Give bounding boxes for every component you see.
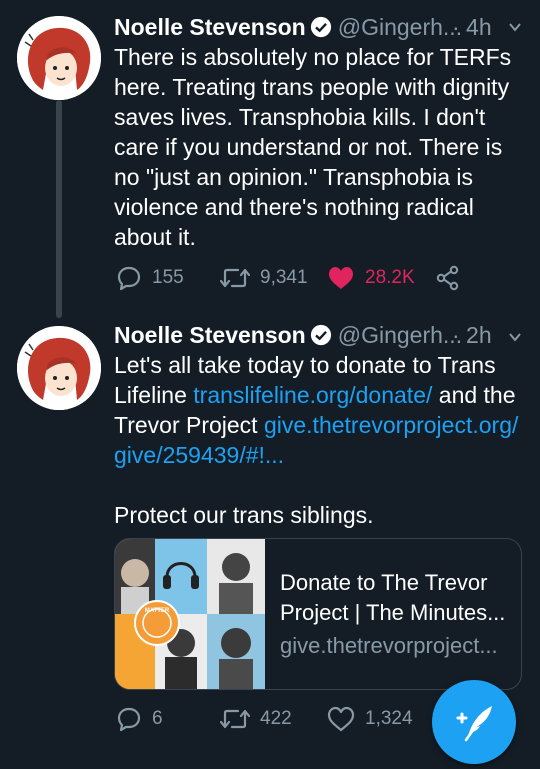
verified-icon [310, 324, 331, 346]
reply-icon [117, 707, 141, 732]
share-icon [436, 265, 459, 291]
tweet-text: Let's all take today to donate to Trans … [114, 350, 524, 530]
retweet-button[interactable]: 9,341 [220, 261, 308, 295]
card-title: Donate to The Trevor Project | The Minut… [280, 568, 515, 628]
reply-button[interactable]: 155 [116, 261, 184, 295]
tweet-text-line: here. Treating trans people with dignity [114, 74, 510, 100]
tweet-text-line: Let's all take today to donate to Trans [114, 352, 496, 378]
tweet-timestamp[interactable]: · 2h [452, 318, 492, 352]
verified-icon [310, 16, 331, 38]
reply-count: 155 [152, 267, 184, 288]
retweet-icon [220, 268, 250, 288]
badge-text: MATTER [145, 608, 170, 614]
tweet-text-line: violence and there's nothing radical [114, 194, 474, 220]
tweet-text-line: saves lives. Transphobia kills. I don't [114, 104, 486, 130]
like-button[interactable]: 1,324 [327, 702, 413, 736]
chevron-down-icon[interactable] [508, 330, 522, 344]
author-name[interactable]: Noelle Stevenson [114, 322, 306, 348]
card-title-line: Project | The Minutes... [280, 600, 506, 625]
tweet-text-line: give/259439/#!... [114, 440, 524, 470]
link-trevor-project[interactable]: give.thetrevorproject.org/ [264, 412, 518, 438]
retweet-icon [220, 709, 250, 729]
text-segment: and the [432, 382, 516, 408]
retweet-count: 9,341 [260, 267, 308, 288]
link-trevor-project-continued[interactable]: give/259439/#!... [114, 442, 284, 468]
reply-button[interactable]: 6 [116, 702, 163, 736]
tweet-text-line: no "just an opinion." Transphobia is [114, 164, 474, 190]
tweet-text-line: about it. [114, 224, 196, 250]
avatar[interactable] [17, 326, 101, 410]
tweet-text-line: Protect our trans siblings. [114, 502, 374, 528]
tweet-actions: 155 9,341 28.2K [114, 261, 514, 295]
chevron-down-icon[interactable] [508, 20, 522, 34]
like-button[interactable]: 28.2K [327, 261, 415, 295]
link-translifeline[interactable]: translifeline.org/donate/ [193, 382, 432, 408]
tweet-text-line: care if you understand or not. There is [114, 134, 503, 160]
like-count: 28.2K [365, 267, 415, 288]
card-domain: give.thetrevorproject... [280, 633, 498, 658]
reply-count: 6 [152, 708, 163, 729]
tweet-text-line: Lifeline translifeline.org/donate/ and t… [114, 380, 524, 410]
tweet-timestamp[interactable]: · 4h [452, 10, 492, 44]
card-title-line: Donate to The Trevor [280, 570, 488, 595]
tweet-text: There is absolutely no place for TERFs h… [114, 42, 524, 252]
author-name[interactable]: Noelle Stevenson [114, 14, 306, 40]
avatar[interactable] [17, 16, 101, 100]
retweet-count: 422 [260, 708, 292, 729]
reply-icon [117, 266, 141, 291]
like-count: 1,324 [365, 708, 413, 729]
compose-tweet-icon [456, 706, 492, 742]
tweet-actions: 6 422 1,324 [114, 702, 434, 736]
text-segment: Trevor Project [114, 412, 264, 438]
compose-tweet-button[interactable] [432, 680, 516, 764]
tweet-text-line: There is absolutely no place for TERFs [114, 44, 512, 70]
retweet-button[interactable]: 422 [220, 702, 292, 736]
author-handle[interactable]: @Gingerh... [338, 322, 462, 348]
tweet-1[interactable]: Noelle Stevenson @Gingerh... · 4h There i… [0, 0, 540, 318]
tweet-text-line: Trevor Project give.thetrevorproject.org… [114, 410, 524, 440]
text-segment: Lifeline [114, 382, 194, 408]
like-icon [327, 706, 355, 732]
share-button[interactable] [436, 261, 460, 295]
card-thumbnail: MATTER [115, 539, 265, 689]
author-handle[interactable]: @Gingerh... [338, 14, 462, 40]
like-icon [329, 267, 353, 289]
link-preview-card[interactable]: MATTER Donate to The Trevor Project | Th… [114, 538, 522, 690]
